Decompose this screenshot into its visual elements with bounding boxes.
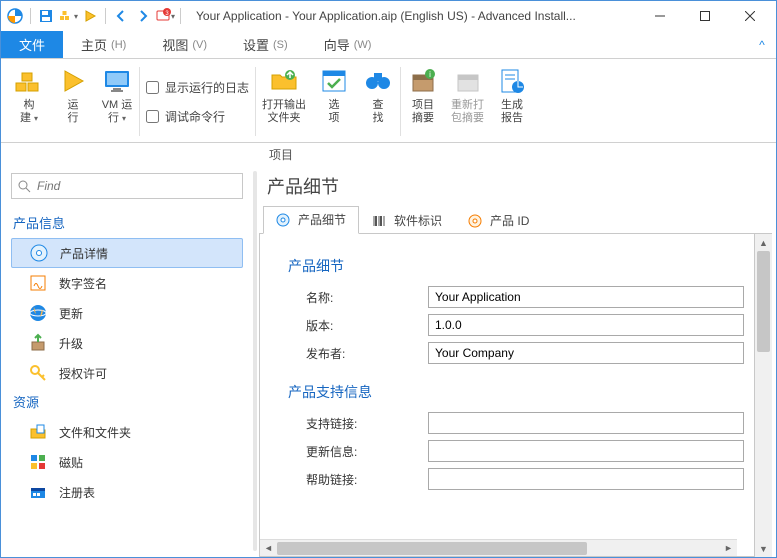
- options-icon: [318, 65, 350, 97]
- label-help-link: 帮助链接:: [288, 471, 428, 488]
- input-help-link[interactable]: [428, 468, 744, 490]
- folder-open-icon: [268, 65, 300, 97]
- tree-item-update[interactable]: 更新: [11, 298, 251, 328]
- bricks-icon: [13, 65, 45, 97]
- close-button[interactable]: [727, 2, 772, 30]
- monitor-icon: [101, 65, 133, 97]
- tree-item-product-details[interactable]: 产品详情: [11, 238, 243, 268]
- label-update-info: 更新信息:: [288, 443, 428, 460]
- menu-settings[interactable]: 设置(S): [225, 31, 306, 58]
- right-panel: 产品细节 产品细节 软件标识 产品 ID 产品细节 名称:: [259, 165, 776, 557]
- left-panel: 产品信息 产品详情 数字签名 更新 升级 授权许可 资源 文件和文件夹 磁贴: [1, 165, 251, 557]
- ribbon-find-button[interactable]: 查 找: [356, 63, 400, 140]
- input-update-info[interactable]: [428, 440, 744, 462]
- tree-header-resources: 资源: [11, 388, 251, 417]
- tab-software-id[interactable]: 软件标识: [359, 207, 455, 234]
- disc-small-icon: [276, 212, 292, 228]
- forward-icon[interactable]: [133, 6, 153, 26]
- menu-file[interactable]: 文件: [1, 31, 63, 58]
- maximize-button[interactable]: [682, 2, 727, 30]
- label-support-link: 支持链接:: [288, 415, 428, 432]
- label-publisher: 发布者:: [288, 345, 428, 362]
- find-input[interactable]: [37, 179, 236, 193]
- signature-icon: [27, 272, 49, 294]
- input-version[interactable]: [428, 314, 744, 336]
- disc-id-icon: [468, 213, 484, 229]
- search-icon: [18, 180, 31, 193]
- label-version: 版本:: [288, 317, 428, 334]
- ribbon-repack-button[interactable]: 重新打 包摘要: [445, 63, 490, 140]
- tab-product-id[interactable]: 产品 ID: [455, 207, 542, 234]
- repack-icon: [452, 65, 484, 97]
- ribbon-open-output-button[interactable]: 打开输出 文件夹: [256, 63, 312, 140]
- page-title: 产品细节: [259, 169, 772, 205]
- show-log-checkbox[interactable]: 显示运行的日志: [146, 77, 249, 98]
- tree-item-digital-sign[interactable]: 数字签名: [11, 268, 251, 298]
- main-area: 产品信息 产品详情 数字签名 更新 升级 授权许可 资源 文件和文件夹 磁贴: [1, 165, 776, 557]
- folder-files-icon: [27, 421, 49, 443]
- tree-item-upgrade[interactable]: 升级: [11, 328, 251, 358]
- tiles-icon: [27, 451, 49, 473]
- window-title: Your Application - Your Application.aip …: [184, 9, 637, 23]
- menu-home[interactable]: 主页(H): [63, 31, 144, 58]
- ribbon-summary-button[interactable]: i 项目 摘要: [401, 63, 445, 140]
- barcode-icon: [372, 213, 388, 229]
- splitter[interactable]: [251, 165, 259, 557]
- ribbon-options-button[interactable]: 选 项: [312, 63, 356, 140]
- disc-icon: [28, 242, 50, 264]
- notification-icon[interactable]: 3▾: [155, 6, 175, 26]
- app-icon[interactable]: [5, 6, 25, 26]
- tree-item-files[interactable]: 文件和文件夹: [11, 417, 251, 447]
- input-name[interactable]: [428, 286, 744, 308]
- tree-item-tiles[interactable]: 磁贴: [11, 447, 251, 477]
- minimize-button[interactable]: [637, 2, 682, 30]
- ribbon-report-button[interactable]: 生成 报告: [490, 63, 534, 140]
- form-area: 产品细节 名称: 版本: 发布者: 产品支持信息 支: [259, 234, 755, 557]
- svg-text:i: i: [429, 70, 431, 79]
- run-icon[interactable]: [80, 6, 100, 26]
- ribbon-vmrun-button[interactable]: VM 运 行 ▾: [95, 63, 139, 140]
- registry-icon: [27, 481, 49, 503]
- menu-bar: 文件 主页(H) 视图(V) 设置(S) 向导(W) ^: [1, 31, 776, 59]
- box-up-icon: [27, 332, 49, 354]
- save-icon[interactable]: [36, 6, 56, 26]
- input-support-link[interactable]: [428, 412, 744, 434]
- key-icon: [27, 362, 49, 384]
- project-label: 项目: [1, 143, 776, 165]
- tree-header-product-info: 产品信息: [11, 209, 251, 238]
- globe-icon: [27, 302, 49, 324]
- collapse-ribbon-icon[interactable]: ^: [748, 31, 776, 58]
- vertical-scrollbar[interactable]: ▲▼: [755, 234, 772, 557]
- play-icon: [57, 65, 89, 97]
- tabstrip: 产品细节 软件标识 产品 ID: [259, 205, 772, 234]
- package-icon: i: [407, 65, 439, 97]
- quick-access-toolbar: ▾ 3▾: [5, 6, 184, 26]
- report-icon: [496, 65, 528, 97]
- menu-view[interactable]: 视图(V): [144, 31, 225, 58]
- menu-wizard[interactable]: 向导(W): [306, 31, 390, 58]
- build-icon[interactable]: ▾: [58, 6, 78, 26]
- debug-cmd-checkbox[interactable]: 调试命令行: [146, 106, 249, 127]
- tree-item-license[interactable]: 授权许可: [11, 358, 251, 388]
- input-publisher[interactable]: [428, 342, 744, 364]
- ribbon-build-button[interactable]: 构 建 ▾: [7, 63, 51, 140]
- section-product-details: 产品细节: [288, 256, 744, 276]
- ribbon-run-button[interactable]: 运 行: [51, 63, 95, 140]
- tree-item-registry[interactable]: 注册表: [11, 477, 251, 507]
- horizontal-scrollbar[interactable]: ◄►: [260, 539, 737, 556]
- tab-product-details[interactable]: 产品细节: [263, 206, 359, 234]
- find-box[interactable]: [11, 173, 243, 199]
- title-bar: ▾ 3▾ Your Application - Your Application…: [1, 1, 776, 31]
- ribbon: 构 建 ▾ 运 行 VM 运 行 ▾ 显示运行的日志 调试命令行 打开输出 文件…: [1, 59, 776, 143]
- binoculars-icon: [362, 65, 394, 97]
- back-icon[interactable]: [111, 6, 131, 26]
- label-name: 名称:: [288, 289, 428, 306]
- section-support-info: 产品支持信息: [288, 382, 744, 402]
